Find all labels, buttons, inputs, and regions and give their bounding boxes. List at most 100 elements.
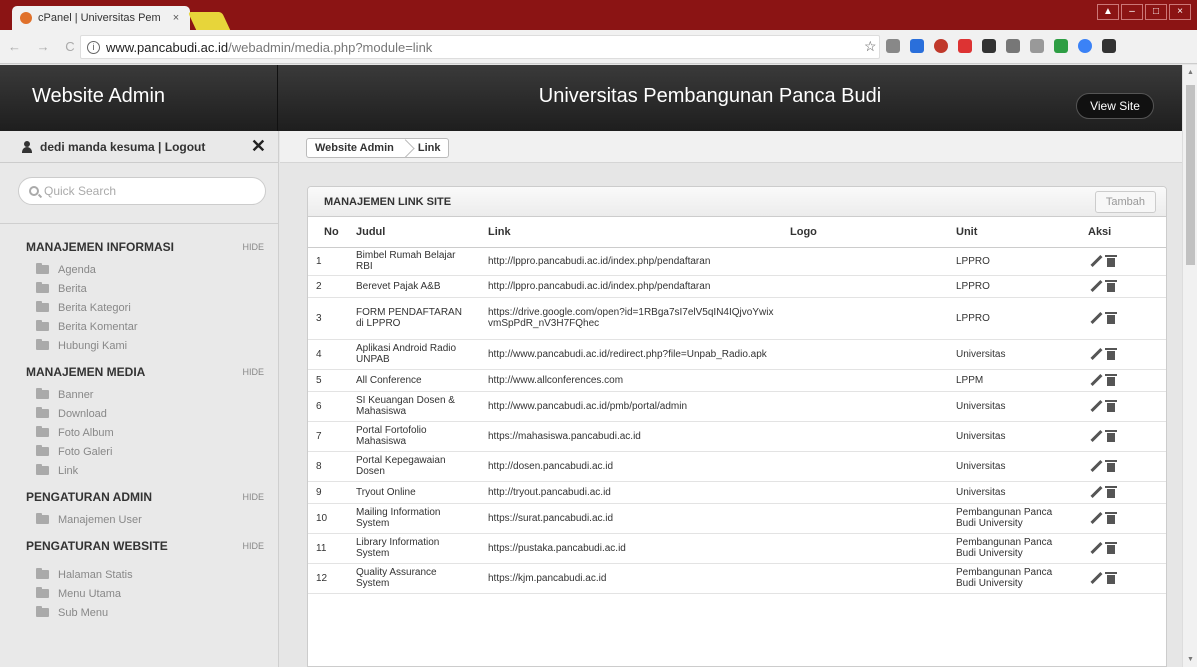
table-row: 8 Portal Kepegawaian Dosen http://dosen.pa… <box>308 451 1166 482</box>
cell-no: 6 <box>308 391 348 422</box>
breadcrumb-separator <box>402 139 410 157</box>
cell-aksi <box>1074 297 1166 340</box>
col-aksi: Aksi <box>1074 217 1166 248</box>
close-window-button[interactable]: × <box>1169 4 1191 20</box>
page-scrollbar[interactable]: ▲ ▼ <box>1182 65 1197 667</box>
tab-title: cPanel | Universitas Pem <box>38 12 161 24</box>
add-link-button[interactable]: Tambah <box>1094 190 1156 213</box>
cell-aksi <box>1074 451 1166 482</box>
edit-pencil-icon[interactable] <box>1090 486 1102 498</box>
edit-pencil-icon[interactable] <box>1090 255 1102 267</box>
edit-pencil-icon[interactable] <box>1090 460 1102 472</box>
table-row: 6 SI Keuangan Dosen & Mahasiswa http://www… <box>308 391 1166 422</box>
sidebar-item-label: Link <box>58 464 79 477</box>
hide-toggle[interactable]: HIDE <box>242 367 264 377</box>
edit-pencil-icon[interactable] <box>1090 542 1102 554</box>
browser-tab[interactable]: cPanel | Universitas Pem × <box>12 6 190 30</box>
cell-no: 11 <box>308 533 348 564</box>
breadcrumb-current[interactable]: Link <box>410 142 449 154</box>
sidebar-item-link[interactable]: Link <box>26 461 264 480</box>
cell-no: 3 <box>308 297 348 340</box>
edit-pencil-icon[interactable] <box>1090 312 1102 324</box>
delete-trash-icon[interactable] <box>1105 280 1117 292</box>
quick-search-input[interactable]: Quick Search <box>18 177 266 205</box>
cell-no: 4 <box>308 339 348 370</box>
sidebar-item-hubungi-kami[interactable]: Hubungi Kami <box>26 336 264 355</box>
edit-pencil-icon[interactable] <box>1090 430 1102 442</box>
url-host: www.pancabudi.ac.id <box>106 39 229 55</box>
scroll-up-icon[interactable]: ▲ <box>1187 69 1194 76</box>
extension-icon[interactable] <box>1078 39 1092 53</box>
brand-title[interactable]: Website Admin <box>0 65 278 131</box>
bookmark-star-icon[interactable]: ☆ <box>864 38 877 55</box>
sidebar-item-label: Foto Album <box>58 426 114 439</box>
sidebar-item-banner[interactable]: Banner <box>26 385 264 404</box>
adblock-icon[interactable] <box>958 39 972 53</box>
edit-pencil-icon[interactable] <box>1090 572 1102 584</box>
delete-trash-icon[interactable] <box>1105 460 1117 472</box>
cell-unit: LPPRO <box>948 247 1074 276</box>
edit-pencil-icon[interactable] <box>1090 512 1102 524</box>
extension-icon[interactable] <box>1030 39 1044 53</box>
sidebar-item-berita-kategori[interactable]: Berita Kategori <box>26 298 264 317</box>
breadcrumb-root[interactable]: Website Admin <box>307 142 402 154</box>
sidebar-item-berita-komentar[interactable]: Berita Komentar <box>26 317 264 336</box>
delete-trash-icon[interactable] <box>1105 572 1117 584</box>
delete-trash-icon[interactable] <box>1105 255 1117 267</box>
table-row: 1 Bimbel Rumah Belajar RBI http://lppro.pa… <box>308 247 1166 276</box>
sidebar-item-foto-galeri[interactable]: Foto Galeri <box>26 442 264 461</box>
edit-pencil-icon[interactable] <box>1090 400 1102 412</box>
cell-judul: Bimbel Rumah Belajar RBI <box>348 247 480 276</box>
sidebar-item-berita[interactable]: Berita <box>26 279 264 298</box>
minimize-button[interactable]: – <box>1121 4 1143 20</box>
extension-icon[interactable] <box>1102 39 1116 53</box>
delete-trash-icon[interactable] <box>1105 374 1117 386</box>
view-site-button[interactable]: View Site <box>1076 93 1154 119</box>
extension-icon[interactable] <box>982 39 996 53</box>
edit-pencil-icon[interactable] <box>1090 280 1102 292</box>
delete-trash-icon[interactable] <box>1105 348 1117 360</box>
extension-icon[interactable] <box>1054 39 1068 53</box>
delete-trash-icon[interactable] <box>1105 542 1117 554</box>
delete-trash-icon[interactable] <box>1105 512 1117 524</box>
extension-icon[interactable] <box>934 39 948 53</box>
sidebar-item-foto-album[interactable]: Foto Album <box>26 423 264 442</box>
delete-trash-icon[interactable] <box>1105 312 1117 324</box>
delete-trash-icon[interactable] <box>1105 400 1117 412</box>
sidebar-item-manajemen-user[interactable]: Manajemen User <box>26 510 264 529</box>
scroll-down-icon[interactable]: ▼ <box>1187 656 1194 663</box>
delete-trash-icon[interactable] <box>1105 486 1117 498</box>
cell-logo <box>782 533 948 564</box>
cell-link: http://lppro.pancabudi.ac.id/index.php/p… <box>480 247 782 276</box>
sidebar-item-menu-utama[interactable]: Menu Utama <box>26 584 264 603</box>
scrollbar-thumb[interactable] <box>1186 85 1195 265</box>
edit-pencil-icon[interactable] <box>1090 348 1102 360</box>
extension-icon[interactable] <box>910 39 924 53</box>
col-link: Link <box>480 217 782 248</box>
hide-toggle[interactable]: HIDE <box>242 492 264 502</box>
sidebar-item-sub-menu[interactable]: Sub Menu <box>26 603 264 622</box>
cell-logo <box>782 297 948 340</box>
new-tab-button[interactable] <box>187 12 231 30</box>
nav-buttons[interactable]: ← → C <box>8 39 81 54</box>
sidebar-item-agenda[interactable]: Agenda <box>26 260 264 279</box>
folder-icon <box>36 339 49 350</box>
delete-trash-icon[interactable] <box>1105 430 1117 442</box>
url-input[interactable]: i www.pancabudi.ac.id /webadmin/media.ph… <box>80 35 880 59</box>
extension-icon[interactable] <box>886 39 900 53</box>
info-icon[interactable]: i <box>87 40 100 54</box>
profile-icon[interactable]: ▲ <box>1097 4 1119 20</box>
maximize-button[interactable]: □ <box>1145 4 1167 20</box>
user-logout-link[interactable]: dedi manda kesuma | Logout <box>40 140 251 154</box>
edit-pencil-icon[interactable] <box>1090 374 1102 386</box>
folder-icon <box>36 513 49 524</box>
hide-toggle[interactable]: HIDE <box>242 541 264 551</box>
sidebar-item-download[interactable]: Download <box>26 404 264 423</box>
close-sidebar-icon[interactable]: ✕ <box>251 136 266 157</box>
section-title: MANAJEMEN MEDIA <box>26 365 146 379</box>
tab-close-icon[interactable]: × <box>170 12 182 24</box>
cell-no: 8 <box>308 451 348 482</box>
sidebar-item-halaman-statis[interactable]: Halaman Statis <box>26 565 264 584</box>
gear-icon[interactable] <box>1006 39 1020 53</box>
hide-toggle[interactable]: HIDE <box>242 242 264 252</box>
